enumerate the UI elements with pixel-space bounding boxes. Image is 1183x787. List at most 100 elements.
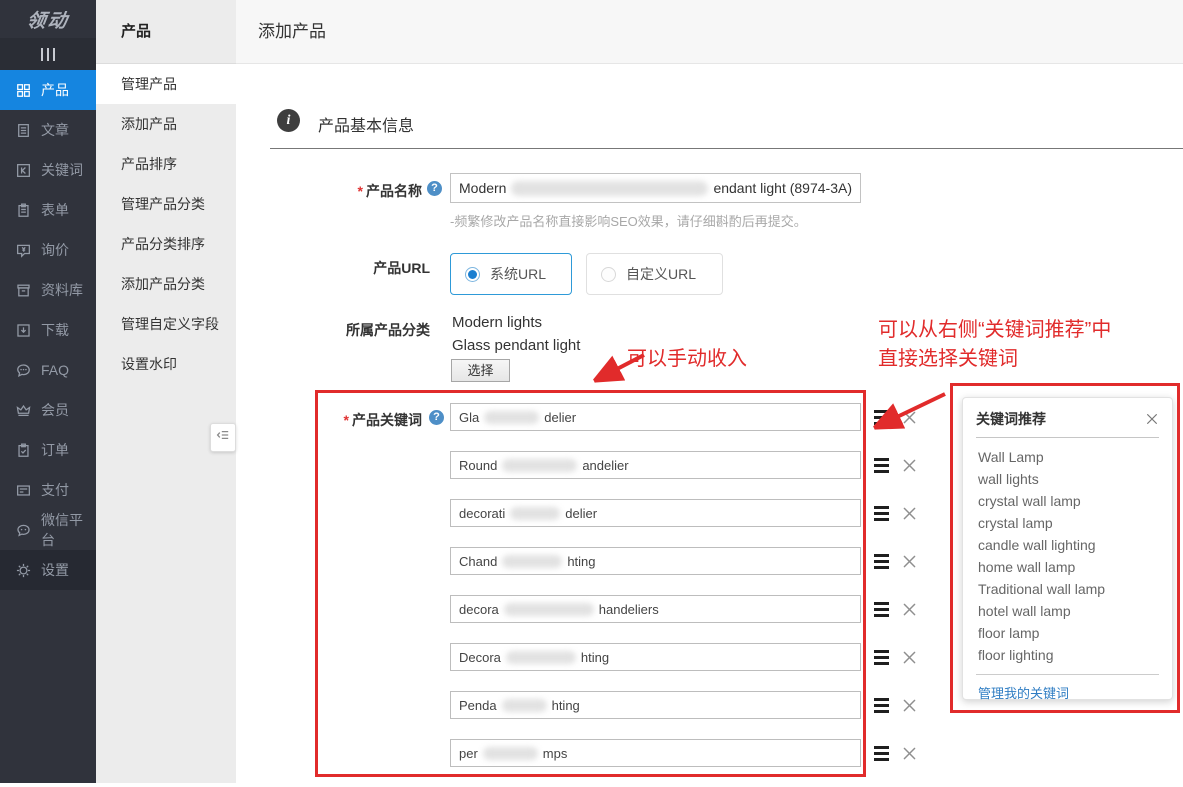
drag-handle-icon[interactable] — [874, 746, 889, 761]
recommend-keyword[interactable]: crystal lamp — [978, 512, 1172, 534]
submenu-item-custom-fields[interactable]: 管理自定义字段 — [96, 304, 236, 344]
sidebar-item-products[interactable]: 产品 — [0, 70, 96, 110]
keyword-input[interactable]: permps — [450, 739, 861, 767]
sidebar-item-faq[interactable]: FAQ — [0, 350, 96, 390]
keyword-rows: Gladelier Roundandelier decora — [450, 403, 918, 787]
submenu-item-category-sort[interactable]: 产品分类排序 — [96, 224, 236, 264]
radio-selected-icon[interactable] — [465, 267, 480, 282]
delete-keyword-icon[interactable] — [901, 745, 918, 762]
drag-handle-icon[interactable] — [874, 458, 889, 473]
keyword-input[interactable]: Decorahting — [450, 643, 861, 671]
order-icon — [15, 442, 32, 459]
recommend-keyword[interactable]: wall lights — [978, 468, 1172, 490]
keyword-input[interactable]: Gladelier — [450, 403, 861, 431]
submenu-item-add-category[interactable]: 添加产品分类 — [96, 264, 236, 304]
delete-keyword-icon[interactable] — [901, 505, 918, 522]
recommend-keyword[interactable]: floor lighting — [978, 644, 1172, 666]
keyword-value-suffix: delier — [565, 506, 597, 521]
sidebar-item-forms[interactable]: 表单 — [0, 190, 96, 230]
delete-keyword-icon[interactable] — [901, 649, 918, 666]
delete-keyword-icon[interactable] — [901, 409, 918, 426]
submenu-item-manage-products[interactable]: 管理产品 — [96, 64, 236, 104]
submenu-item-label: 产品排序 — [121, 156, 177, 172]
payment-icon — [15, 482, 32, 499]
sidebar-item-keywords[interactable]: 关键词 — [0, 150, 96, 190]
sidebar-item-label: 产品 — [41, 80, 69, 100]
drag-handle-icon[interactable] — [874, 698, 889, 713]
submenu-item-watermark[interactable]: 设置水印 — [96, 344, 236, 384]
submenu-item-manage-categories[interactable]: 管理产品分类 — [96, 184, 236, 224]
keyword-value-prefix: Penda — [459, 698, 497, 713]
sidebar-item-library[interactable]: 资料库 — [0, 270, 96, 310]
product-name-value-prefix: Modern — [459, 180, 506, 196]
custom-url-option[interactable]: 自定义URL — [586, 253, 723, 295]
delete-keyword-icon[interactable] — [901, 601, 918, 618]
secondary-sidebar: 产品 管理产品 添加产品 产品排序 管理产品分类 产品分类 — [96, 0, 236, 783]
recommend-keyword[interactable]: Traditional wall lamp — [978, 578, 1172, 600]
keyword-value-prefix: per — [459, 746, 478, 761]
keyword-value-prefix: Decora — [459, 650, 501, 665]
close-icon[interactable] — [1145, 412, 1159, 426]
keyword-input[interactable]: decorahandeliers — [450, 595, 861, 623]
delete-keyword-icon[interactable] — [901, 697, 918, 714]
choose-category-button[interactable]: 选择 — [451, 359, 510, 382]
keyword-recommend-panel: 关键词推荐 Wall Lamp wall lights crystal wall… — [962, 397, 1173, 700]
drag-handle-icon[interactable] — [874, 650, 889, 665]
recommend-keyword[interactable]: crystal wall lamp — [978, 490, 1172, 512]
sidebar-item-settings[interactable]: 设置 — [0, 550, 96, 590]
sidebar-item-label: 资料库 — [41, 280, 83, 300]
help-icon[interactable]: ? — [427, 181, 442, 196]
sidebar-item-orders[interactable]: 订单 — [0, 430, 96, 470]
submenu-list: 管理产品 添加产品 产品排序 管理产品分类 产品分类排序 — [96, 64, 236, 384]
submenu-item-label: 设置水印 — [121, 356, 177, 372]
drag-handle-icon[interactable] — [874, 410, 889, 425]
sidebar-item-articles[interactable]: 文章 — [0, 110, 96, 150]
submenu-item-label: 管理自定义字段 — [121, 316, 219, 332]
product-name-hint: -频繁修改产品名称直接影响SEO效果，请仔细斟酌后再提交。 — [450, 211, 807, 230]
required-mark: * — [358, 183, 363, 199]
recommend-keyword[interactable]: Wall Lamp — [978, 446, 1172, 468]
keyword-value-suffix: handeliers — [599, 602, 659, 617]
submenu-item-label: 管理产品 — [121, 76, 177, 92]
sidebar-item-inquiry[interactable]: 询价 — [0, 230, 96, 270]
drag-handle-icon[interactable] — [874, 506, 889, 521]
product-name-value-suffix: endant light (8974-3A) — [713, 180, 852, 196]
drag-handle-icon[interactable] — [874, 554, 889, 569]
keyword-input[interactable]: Chandhting — [450, 547, 861, 575]
system-url-option[interactable]: 系统URL — [450, 253, 572, 295]
sidebar-item-wechat[interactable]: 微信平台 — [0, 510, 96, 550]
sidebar-collapse-handle[interactable] — [0, 38, 96, 70]
keyword-row: Roundandelier — [450, 451, 918, 479]
required-mark: * — [344, 412, 349, 428]
submenu-item-add-product[interactable]: 添加产品 — [96, 104, 236, 144]
blurred-text — [502, 459, 577, 472]
product-name-input[interactable]: Modern endant light (8974-3A) — [450, 173, 861, 203]
recommend-keyword[interactable]: hotel wall lamp — [978, 600, 1172, 622]
recommend-keyword[interactable]: floor lamp — [978, 622, 1172, 644]
delete-keyword-icon[interactable] — [901, 457, 918, 474]
sidebar-item-members[interactable]: 会员 — [0, 390, 96, 430]
page-title: 添加产品 — [258, 0, 326, 63]
radio-unselected-icon[interactable] — [601, 267, 616, 282]
keyword-input[interactable]: Roundandelier — [450, 451, 861, 479]
help-icon[interactable]: ? — [429, 410, 444, 425]
keyword-row: Decorahting — [450, 643, 918, 671]
keyword-input[interactable]: decorati delier — [450, 499, 861, 527]
sidebar-item-label: 关键词 — [41, 160, 83, 180]
keyword-value-prefix: decorati — [459, 506, 505, 521]
panel-collapse-button[interactable] — [210, 423, 236, 452]
bars-icon — [41, 48, 43, 61]
sidebar-item-label: 支付 — [41, 480, 69, 500]
sidebar-item-download[interactable]: 下载 — [0, 310, 96, 350]
manage-keywords-link[interactable]: 管理我的关键词 — [978, 686, 1069, 701]
submenu-item-product-sort[interactable]: 产品排序 — [96, 144, 236, 184]
annotation-recommend: 可以从右侧“关键词推荐”中 直接选择关键词 — [878, 316, 1111, 374]
article-icon — [15, 122, 32, 139]
recommend-keyword[interactable]: home wall lamp — [978, 556, 1172, 578]
keyword-input[interactable]: Pendahting — [450, 691, 861, 719]
sidebar-item-payment[interactable]: 支付 — [0, 470, 96, 510]
drag-handle-icon[interactable] — [874, 602, 889, 617]
primary-sidebar: 领动 产品 文章 关键词 — [0, 0, 96, 783]
recommend-keyword[interactable]: candle wall lighting — [978, 534, 1172, 556]
delete-keyword-icon[interactable] — [901, 553, 918, 570]
